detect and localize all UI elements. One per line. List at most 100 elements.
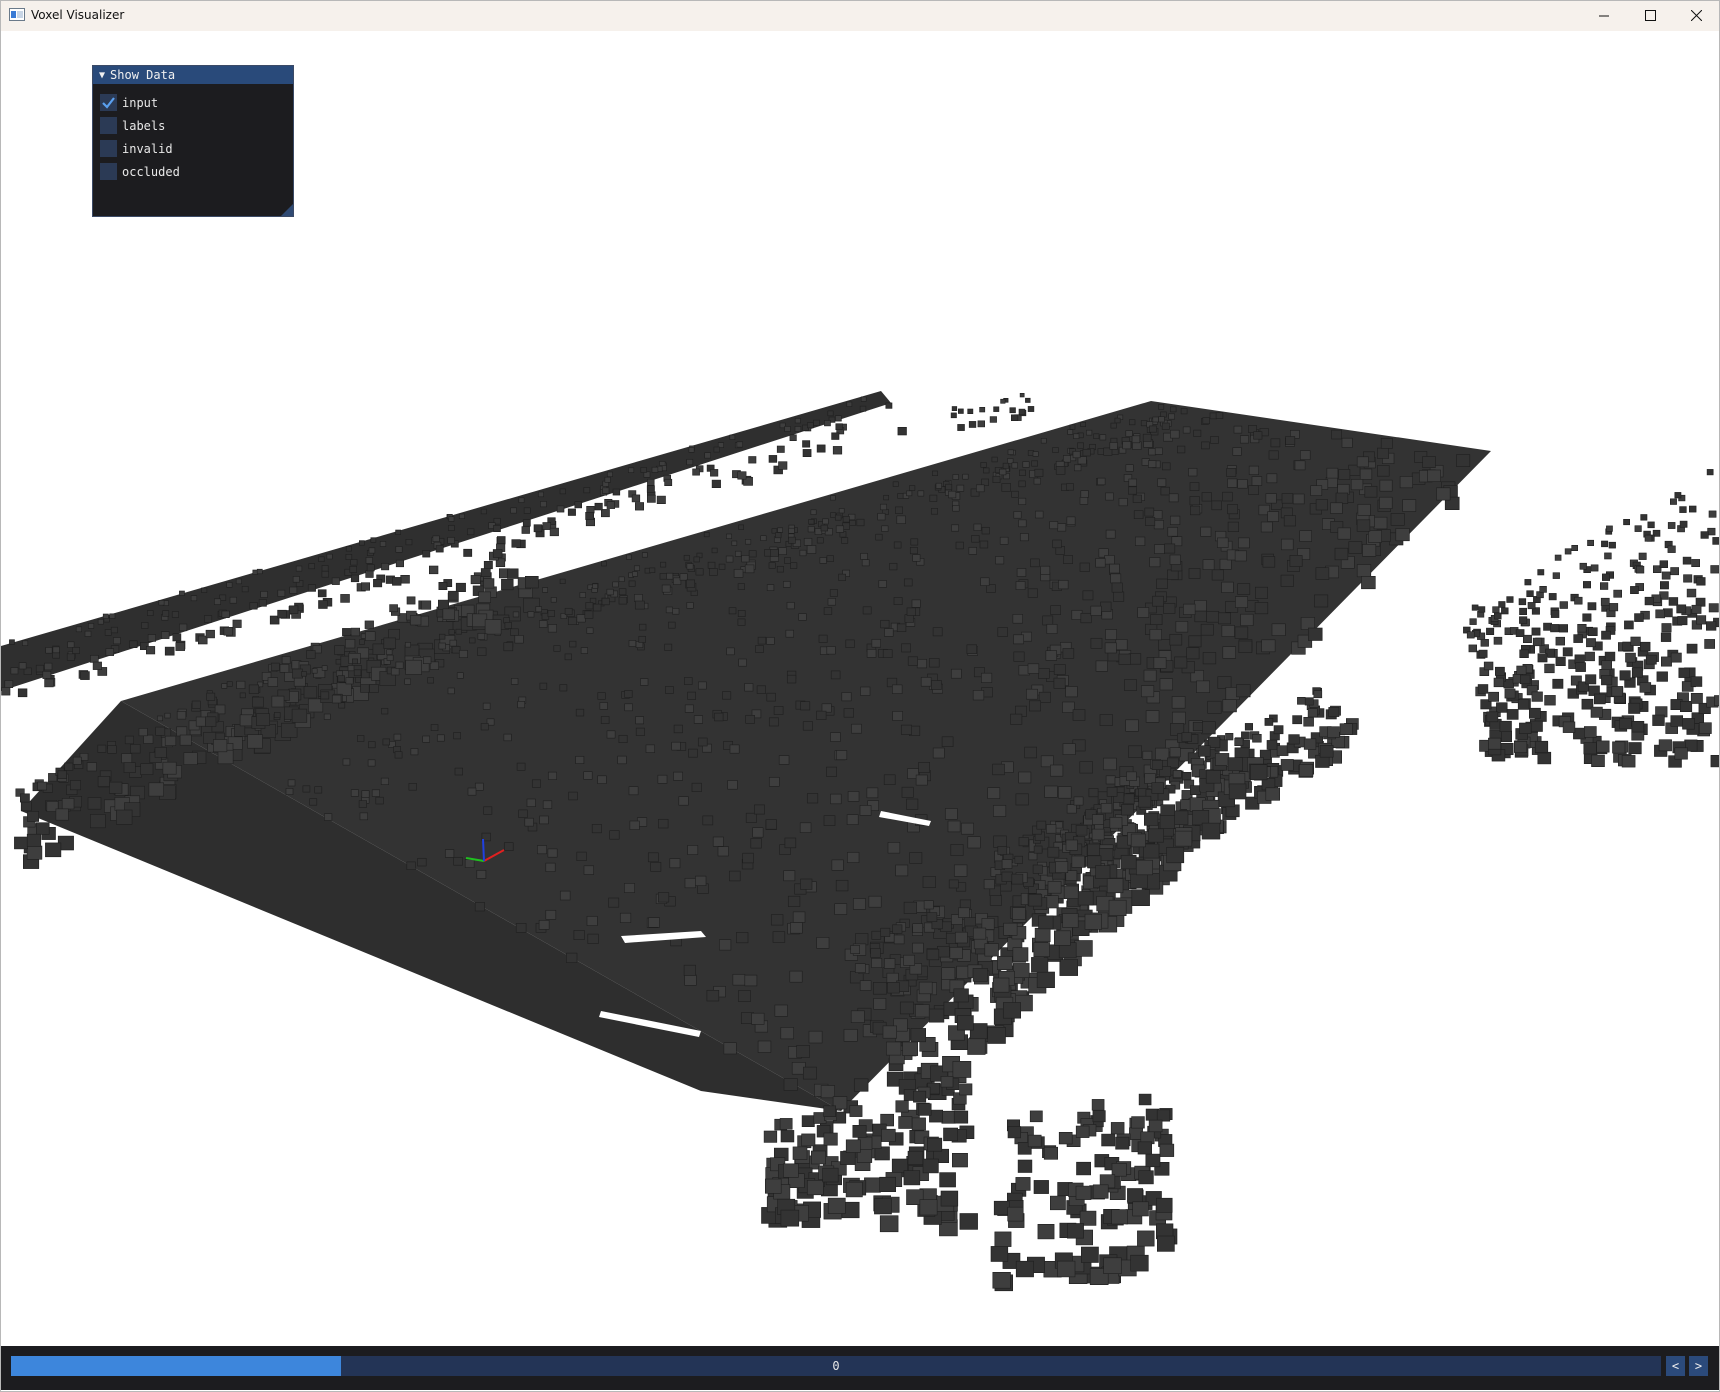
voxel <box>1244 723 1253 731</box>
voxel <box>668 621 676 629</box>
voxel <box>1315 499 1328 511</box>
voxel <box>770 914 784 926</box>
voxel <box>303 686 318 699</box>
voxel <box>1128 745 1142 758</box>
voxel <box>624 883 635 893</box>
panel-header[interactable]: ▼ Show Data <box>93 66 293 84</box>
voxel <box>902 1041 918 1056</box>
voxel <box>566 952 578 963</box>
voxel <box>368 741 376 749</box>
option-invalid[interactable]: invalid <box>100 137 286 160</box>
voxel <box>27 810 39 822</box>
voxel <box>587 933 599 944</box>
checkbox-labels[interactable] <box>100 117 117 134</box>
voxel <box>45 647 53 654</box>
frame-slider[interactable]: 0 <box>11 1356 1661 1376</box>
voxel <box>897 493 904 499</box>
voxel-viewport[interactable] <box>1 31 1719 1346</box>
prev-frame-button[interactable]: < <box>1666 1356 1685 1376</box>
voxel <box>1069 424 1076 430</box>
close-button[interactable] <box>1673 0 1719 31</box>
voxel <box>768 776 780 787</box>
option-input[interactable]: input <box>100 91 286 114</box>
voxel <box>345 546 352 552</box>
voxel <box>935 482 942 489</box>
voxel-scene[interactable] <box>1 31 1719 1346</box>
voxel <box>1313 690 1323 699</box>
voxel <box>405 659 422 675</box>
voxel <box>695 875 707 886</box>
voxel <box>1015 793 1029 806</box>
voxel <box>1518 598 1527 606</box>
voxel <box>287 779 296 787</box>
voxel <box>422 656 432 664</box>
voxel <box>116 809 133 825</box>
voxel <box>1079 562 1090 572</box>
voxel <box>597 775 607 784</box>
voxel <box>1678 667 1690 678</box>
voxel <box>776 565 784 573</box>
voxel <box>493 525 501 532</box>
voxel <box>179 623 188 632</box>
voxel <box>882 1025 897 1039</box>
voxel <box>476 869 487 879</box>
show-data-panel[interactable]: ▼ Show Data input labels invalid occlude… <box>92 65 294 217</box>
voxel <box>410 748 419 756</box>
voxel <box>714 712 724 722</box>
voxel <box>1012 963 1030 979</box>
voxel <box>1683 574 1693 583</box>
voxel <box>510 678 519 685</box>
collapse-triangle-icon[interactable]: ▼ <box>99 70 105 81</box>
voxel <box>1219 558 1232 570</box>
voxel <box>826 646 836 655</box>
voxel <box>802 721 814 731</box>
voxel <box>1690 692 1703 704</box>
voxel <box>944 808 958 820</box>
voxel <box>221 683 228 689</box>
voxel <box>1215 412 1224 419</box>
checkbox-invalid[interactable] <box>100 140 117 157</box>
voxel <box>1104 555 1115 565</box>
voxel <box>1498 601 1506 608</box>
voxel <box>1251 476 1263 486</box>
voxel <box>1166 846 1185 864</box>
voxel <box>1088 788 1099 798</box>
voxel <box>632 571 638 577</box>
voxel <box>1577 623 1587 633</box>
voxel <box>930 508 938 515</box>
voxel <box>1714 695 1719 707</box>
voxel <box>1201 822 1221 840</box>
voxel <box>798 613 807 621</box>
voxel <box>752 827 764 838</box>
voxel <box>206 692 216 701</box>
option-occluded[interactable]: occluded <box>100 160 286 183</box>
voxel <box>204 615 213 623</box>
voxel <box>372 643 386 655</box>
checkbox-occluded[interactable] <box>100 163 117 180</box>
voxel <box>345 554 353 561</box>
voxel <box>954 931 968 944</box>
maximize-button[interactable] <box>1627 0 1673 31</box>
voxel <box>646 494 656 503</box>
voxel <box>1519 722 1532 734</box>
voxel <box>1010 414 1019 421</box>
resize-grip[interactable] <box>281 204 293 216</box>
voxel <box>1151 759 1163 770</box>
voxel <box>1227 478 1238 488</box>
next-frame-button[interactable]: > <box>1689 1356 1708 1376</box>
voxel <box>483 578 495 589</box>
minimize-button[interactable] <box>1581 0 1627 31</box>
voxel <box>107 745 117 754</box>
checkbox-input[interactable] <box>100 94 117 111</box>
voxel <box>816 537 824 544</box>
voxel <box>1050 1195 1066 1211</box>
voxel <box>688 748 698 758</box>
voxel <box>1033 845 1043 854</box>
voxel <box>1588 627 1598 637</box>
voxel <box>365 570 374 578</box>
voxel <box>368 547 376 554</box>
voxel <box>779 1118 793 1130</box>
option-labels[interactable]: labels <box>100 114 286 137</box>
voxel <box>1237 479 1248 489</box>
voxel <box>873 998 887 1010</box>
